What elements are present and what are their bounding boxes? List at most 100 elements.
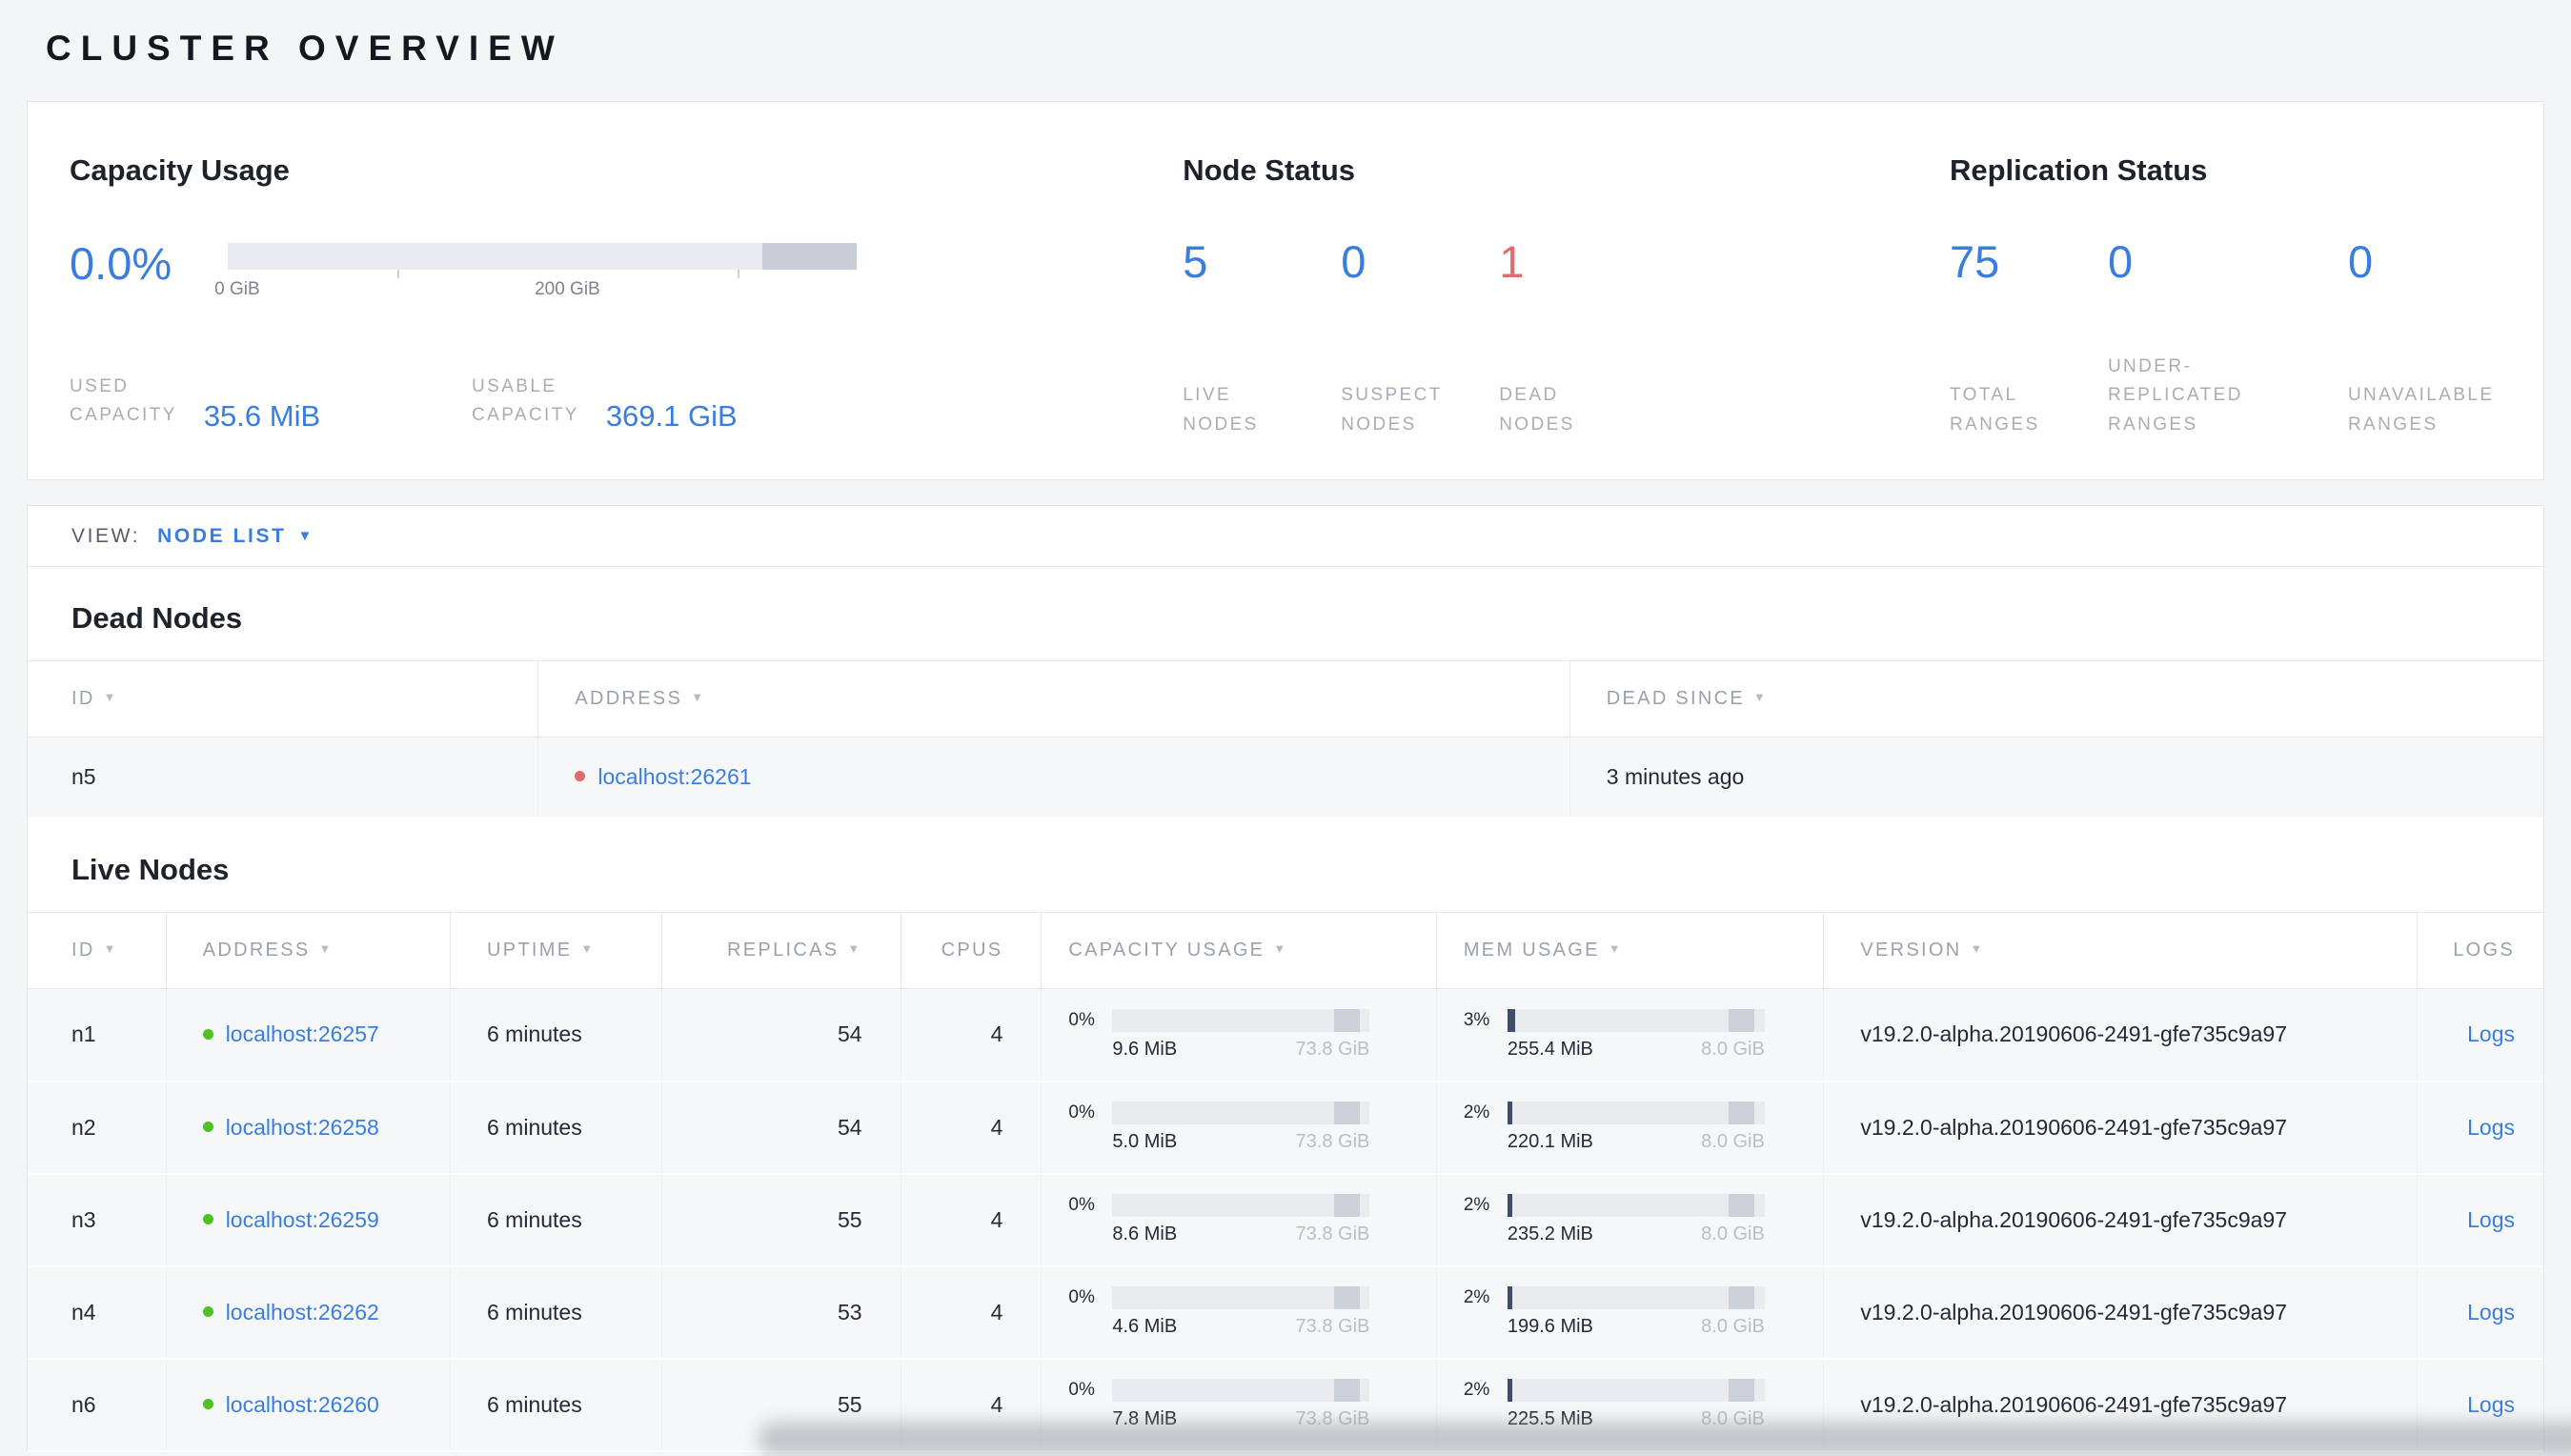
sort-desc-icon: ▼ <box>691 690 706 704</box>
sort-desc-icon: ▼ <box>580 941 596 956</box>
page-title: CLUSTER OVERVIEW <box>46 29 564 68</box>
sort-desc-icon: ▼ <box>847 941 862 956</box>
live-nodes-stat: 5 LIVE NODES <box>1183 235 1341 439</box>
under-replicated-ranges-stat: 0 UNDER- REPLICATED RANGES <box>2108 235 2348 439</box>
total-ranges-count: 75 <box>1949 236 2000 287</box>
usable-capacity-value: 369.1 GiB <box>605 398 738 433</box>
live-nodes-count: 5 <box>1183 236 1208 287</box>
dead-nodes-label: DEAD NODES <box>1499 385 1575 435</box>
under-replicated-ranges-label: UNDER- REPLICATED RANGES <box>2107 355 2243 435</box>
cpus-value: 4 <box>901 1173 1043 1267</box>
mem-usage-meter: 3% 255.4 MiB 8.0 GiB <box>1463 1008 1765 1060</box>
live-nodes-title: Live Nodes <box>71 853 230 886</box>
node-id: n1 <box>28 988 167 1082</box>
logs-link[interactable]: Logs <box>2467 1207 2515 1232</box>
col-header-logs: LOGS <box>2417 912 2543 989</box>
live-node-row: n1 localhost:26257 6 minutes 54 4 0% 9.6… <box>28 988 2543 1082</box>
version-value: v19.2.0-alpha.20190606-2491-gfe735c9a97 <box>1823 1173 2419 1267</box>
unavailable-ranges-count: 0 <box>2347 236 2374 287</box>
total-ranges-label: TOTAL RANGES <box>1949 385 2040 435</box>
live-status-icon <box>202 1213 213 1224</box>
dead-col-header-address[interactable]: ADDRESS ▼ <box>537 660 1570 738</box>
live-status-icon <box>202 1398 213 1409</box>
capacity-bar <box>228 243 857 270</box>
dead-col-header-dead-since[interactable]: DEAD SINCE ▼ <box>1569 660 2543 738</box>
col-header-version[interactable]: VERSION ▼ <box>1823 912 2419 989</box>
col-header-uptime[interactable]: UPTIME ▼ <box>450 912 662 989</box>
dead-status-icon <box>575 771 586 782</box>
node-id: n6 <box>28 1358 167 1452</box>
capacity-usage-meter: 0% 8.6 MiB 73.8 GiB <box>1068 1194 1370 1244</box>
used-capacity-stat: USED CAPACITY 35.6 MiB <box>70 373 472 433</box>
capacity-usage-meter: 0% 9.6 MiB 73.8 GiB <box>1068 1008 1370 1060</box>
logs-link[interactable]: Logs <box>2467 1392 2515 1417</box>
axis-tick <box>397 270 400 278</box>
replicas-value: 55 <box>661 1173 901 1267</box>
bottom-scroll-shadow <box>758 1422 2571 1456</box>
uptime-value: 6 minutes <box>450 988 662 1082</box>
logs-link[interactable]: Logs <box>2467 1115 2515 1140</box>
live-node-row: n4 localhost:26262 6 minutes 53 4 0% 4.6… <box>28 1265 2543 1360</box>
node-address-link[interactable]: localhost:26260 <box>226 1392 379 1417</box>
suspect-nodes-label: SUSPECT NODES <box>1341 385 1443 435</box>
col-header-address[interactable]: ADDRESS ▼ <box>166 912 452 989</box>
axis-label-zero: 0 GiB <box>214 279 260 299</box>
replicas-value: 54 <box>661 988 901 1082</box>
dead-nodes-table: ID ▼ ADDRESS ▼ DEAD SINCE ▼ n5 localhost:26… <box>28 660 2543 819</box>
col-header-id[interactable]: ID ▼ <box>28 912 167 989</box>
suspect-nodes-count: 0 <box>1341 236 1366 287</box>
node-address-link[interactable]: localhost:26262 <box>226 1300 379 1325</box>
node-address-link[interactable]: localhost:26258 <box>226 1115 379 1140</box>
sort-desc-icon: ▼ <box>1273 941 1288 956</box>
capacity-usage-meter: 0% 5.0 MiB 73.8 GiB <box>1068 1102 1370 1152</box>
uptime-value: 6 minutes <box>450 1081 662 1175</box>
replication-status-title: Replication Status <box>1949 153 2208 187</box>
capacity-usage-bar-chart: 0 GiB 200 GiB <box>214 235 857 299</box>
uptime-value: 6 minutes <box>450 1265 662 1360</box>
mem-usage-meter: 2% 199.6 MiB 8.0 GiB <box>1463 1286 1765 1337</box>
under-replicated-ranges-count: 0 <box>2107 236 2134 287</box>
live-node-row: n3 localhost:26259 6 minutes 55 4 0% 8.6… <box>28 1173 2543 1267</box>
cpus-value: 4 <box>901 1081 1043 1175</box>
live-status-icon <box>202 1121 213 1132</box>
node-list-card: VIEW: NODE LIST ▼ Dead Nodes ID ▼ ADDRESS… <box>27 505 2544 1452</box>
replicas-value: 53 <box>661 1265 901 1360</box>
dead-nodes-title: Dead Nodes <box>71 601 243 635</box>
sort-desc-icon: ▼ <box>1753 690 1769 704</box>
used-capacity-label: USED CAPACITY <box>70 376 177 426</box>
col-header-mem-usage[interactable]: MEM USAGE ▼ <box>1436 912 1825 989</box>
node-status-title: Node Status <box>1183 153 1356 187</box>
axis-tick <box>737 270 739 278</box>
node-id: n3 <box>28 1173 167 1267</box>
live-node-row: n2 localhost:26258 6 minutes 54 4 0% 5.0… <box>28 1081 2543 1175</box>
mem-usage-meter: 2% 220.1 MiB 8.0 GiB <box>1463 1102 1765 1152</box>
view-dropdown[interactable]: NODE LIST <box>157 525 286 548</box>
usable-capacity-stat: USABLE CAPACITY 369.1 GiB <box>472 373 738 433</box>
dead-col-header-id[interactable]: ID ▼ <box>28 660 539 738</box>
node-status-section: Node Status 5 LIVE NODES 0 SUSPECT NODES… <box>1183 153 1950 479</box>
live-nodes-label: LIVE NODES <box>1183 385 1259 435</box>
capacity-usage-title: Capacity Usage <box>70 153 290 187</box>
usable-capacity-label: USABLE CAPACITY <box>472 376 579 426</box>
version-value: v19.2.0-alpha.20190606-2491-gfe735c9a97 <box>1823 988 2419 1082</box>
col-header-cpus[interactable]: CPUS <box>901 912 1043 989</box>
dead-since-value: 3 minutes ago <box>1569 737 2543 819</box>
col-header-replicas[interactable]: REPLICAS ▼ <box>661 912 901 989</box>
capacity-usage-section: Capacity Usage 0.0% 0 GiB 200 GiB USED C… <box>70 153 1183 479</box>
node-id: n5 <box>28 737 539 819</box>
dead-node-row: n5 localhost:26261 3 minutes ago <box>28 737 2543 819</box>
col-header-capacity-usage[interactable]: CAPACITY USAGE ▼ <box>1041 912 1437 989</box>
chevron-down-icon[interactable]: ▼ <box>298 528 313 544</box>
live-status-icon <box>202 1028 213 1040</box>
logs-link[interactable]: Logs <box>2467 1021 2515 1046</box>
replicas-value: 54 <box>661 1081 901 1175</box>
logs-link[interactable]: Logs <box>2467 1300 2515 1325</box>
total-ranges-stat: 75 TOTAL RANGES <box>1950 235 2108 439</box>
used-capacity-value: 35.6 MiB <box>203 398 321 433</box>
capacity-bar-other-segment <box>762 243 857 270</box>
node-address-link[interactable]: localhost:26261 <box>597 764 751 789</box>
node-address-link[interactable]: localhost:26259 <box>226 1207 379 1232</box>
node-address-link[interactable]: localhost:26257 <box>226 1021 379 1046</box>
version-value: v19.2.0-alpha.20190606-2491-gfe735c9a97 <box>1823 1265 2419 1360</box>
sort-desc-icon: ▼ <box>318 941 334 956</box>
